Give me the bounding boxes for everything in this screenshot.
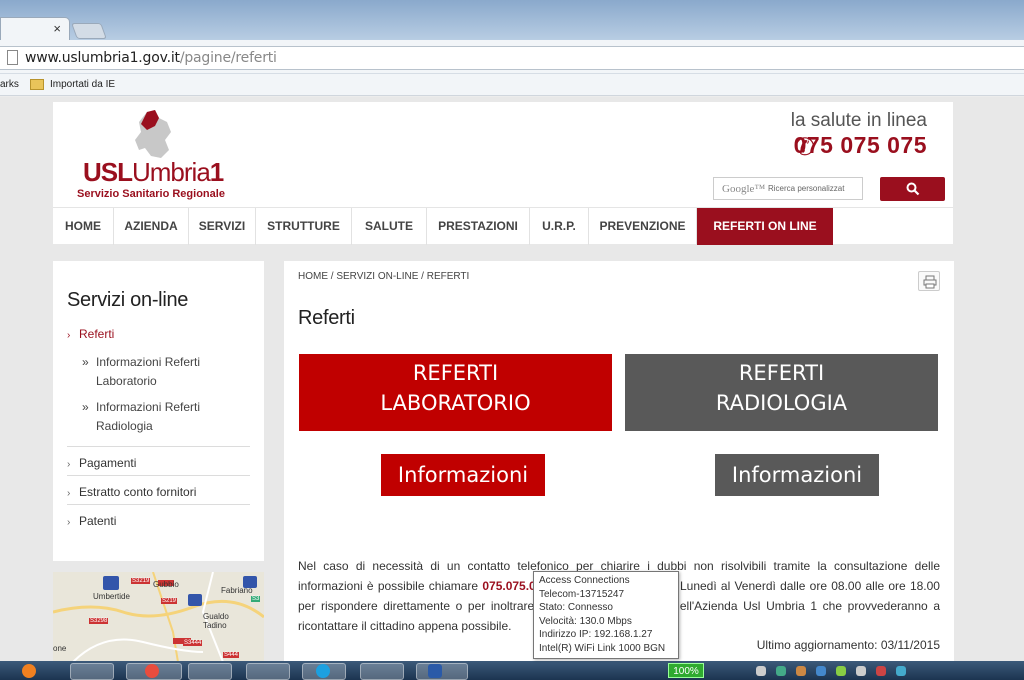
taskbar-button-pdf[interactable] [360,663,404,680]
tray-icon[interactable] [856,666,866,676]
taskbar-button-media[interactable] [188,663,232,680]
nav-prevenzione[interactable]: PREVENZIONE [589,208,697,245]
map-label-road-s3298: S3298 [89,618,109,624]
search-icon [906,182,920,196]
search-button[interactable] [880,177,945,201]
breadcrumb[interactable]: HOME / SERVIZI ON-LINE / REFERTI [298,271,469,282]
chrome-icon [145,664,159,678]
page-title: Referti [298,307,355,329]
battery-indicator[interactable]: 100% [668,663,704,678]
phone-number: 075 075 075 [793,132,927,158]
sidebar: Servizi on-line › Referti » Informazioni R… [53,261,264,561]
search-input[interactable]: Google™ Ricerca personalizzat [713,177,863,200]
nav-azienda[interactable]: AZIENDA [114,208,189,245]
tray-icon[interactable] [776,666,786,676]
network-tooltip: Access Connections Telecom-13715247 Stat… [533,571,679,659]
map-label-partial: one [53,644,67,653]
google-label: Google™ [722,183,766,195]
map-widget[interactable]: Gubbio Umbertide Fabriano Gualdo Tadino … [53,572,264,662]
new-tab-button[interactable] [71,23,107,39]
referti-laboratorio-button[interactable]: REFERTI LABORATORIO [299,354,612,431]
map-label-umbertide: Umbertide [93,592,130,601]
address-bar: www.uslumbria1.gov.it/pagine/referti [0,40,1024,74]
sidebar-subitem-laboratorio[interactable]: » Informazioni Referti Laboratorio [82,353,252,391]
tray-icon[interactable] [816,666,826,676]
main-navigation: HOME AZIENDA SERVIZI STRUTTURE SALUTE PR… [53,207,953,245]
tray-icon[interactable] [876,666,886,676]
browser-tabstrip: × [0,0,1024,40]
browser-tab[interactable]: × [0,17,70,40]
tray-icon[interactable] [756,666,766,676]
contact-phone: 075.075.0 [482,579,536,593]
tray-icon[interactable] [836,666,846,676]
sidebar-item-estratto-conto[interactable]: › Estratto conto fornitori [67,485,196,499]
sidebar-title: Servizi on-line [67,289,189,311]
nav-servizi[interactable]: SERVIZI [189,208,256,245]
sidebar-subitem-radiologia[interactable]: » Informazioni Referti Radiologia [82,398,252,436]
logo-subtitle: Servizio Sanitario Regionale [77,188,225,200]
map-label-fabriano: Fabriano [221,586,253,595]
windows-taskbar: 100% [0,661,1024,680]
bookmarks-bar: arks Importati da IE [0,74,1024,96]
url-input[interactable]: www.uslumbria1.gov.it/pagine/referti [0,46,1024,70]
last-updated: Ultimo aggiornamento: 03/11/2015 [756,638,940,652]
nav-home[interactable]: HOME [53,208,114,245]
sidebar-item-referti[interactable]: › Referti [67,327,114,341]
referti-radiologia-button[interactable]: REFERTI RADIOLOGIA [625,354,938,431]
site-header: USLUmbria1 Servizio Sanitario Regionale … [53,102,953,207]
chevron-right-icon: › [67,488,71,499]
skype-icon [316,664,330,678]
sidebar-item-pagamenti[interactable]: › Pagamenti [67,456,136,470]
taskbar-button-mail[interactable] [70,663,114,680]
chevron-right-icon: › [67,330,71,341]
print-button[interactable] [918,271,940,291]
map-label-road-s3219: S3219 [131,578,151,584]
info-radiologia-button[interactable]: Informazioni [715,454,879,496]
bookmark-folder-imported[interactable]: Importati da IE [50,79,115,90]
nav-strutture[interactable]: STRUTTURE [256,208,352,245]
nav-urp[interactable]: U.R.P. [530,208,589,245]
page-icon [7,50,18,65]
tray-icon[interactable] [896,666,906,676]
search-placeholder: Ricerca personalizzat [768,184,845,193]
tray-icon[interactable] [796,666,806,676]
nav-salute[interactable]: SALUTE [352,208,427,245]
map-label-road-s3444: S3444 [183,640,203,646]
tagline: la salute in linea [790,110,927,131]
taskbar-button-explorer[interactable] [246,663,290,680]
word-icon [428,664,442,678]
map-label-road-s219: S219 [161,598,178,604]
map-label-road-s444: S444 [223,652,240,658]
map-label-gualdo-tadino: Gualdo Tadino [203,612,229,630]
bookmark-item[interactable]: arks [0,79,19,90]
map-label-road-s3: S3 [251,596,261,602]
web-page: USLUmbria1 Servizio Sanitario Regionale … [0,97,1024,662]
site-logo[interactable]: USLUmbria1 [83,157,224,188]
divider [67,446,250,447]
sidebar-item-patenti[interactable]: › Patenti [67,514,116,528]
printer-icon [923,275,937,289]
map-label-gubbio: Gubbio [153,580,179,589]
url-text: www.uslumbria1.gov.it/pagine/referti [25,50,277,66]
chevron-right-icon: › [67,517,71,528]
info-laboratorio-button[interactable]: Informazioni [381,454,545,496]
divider [67,504,250,505]
firefox-icon[interactable] [22,664,36,678]
taskbar-button-word[interactable] [416,663,468,680]
divider [67,475,250,476]
nav-prestazioni[interactable]: PRESTAZIONI [427,208,530,245]
chevron-right-icon: › [67,459,71,470]
nav-referti-online[interactable]: REFERTI ON LINE [697,208,833,245]
close-tab-icon[interactable]: × [53,21,61,36]
folder-icon [30,79,44,90]
umbria-region-logo [135,110,171,158]
